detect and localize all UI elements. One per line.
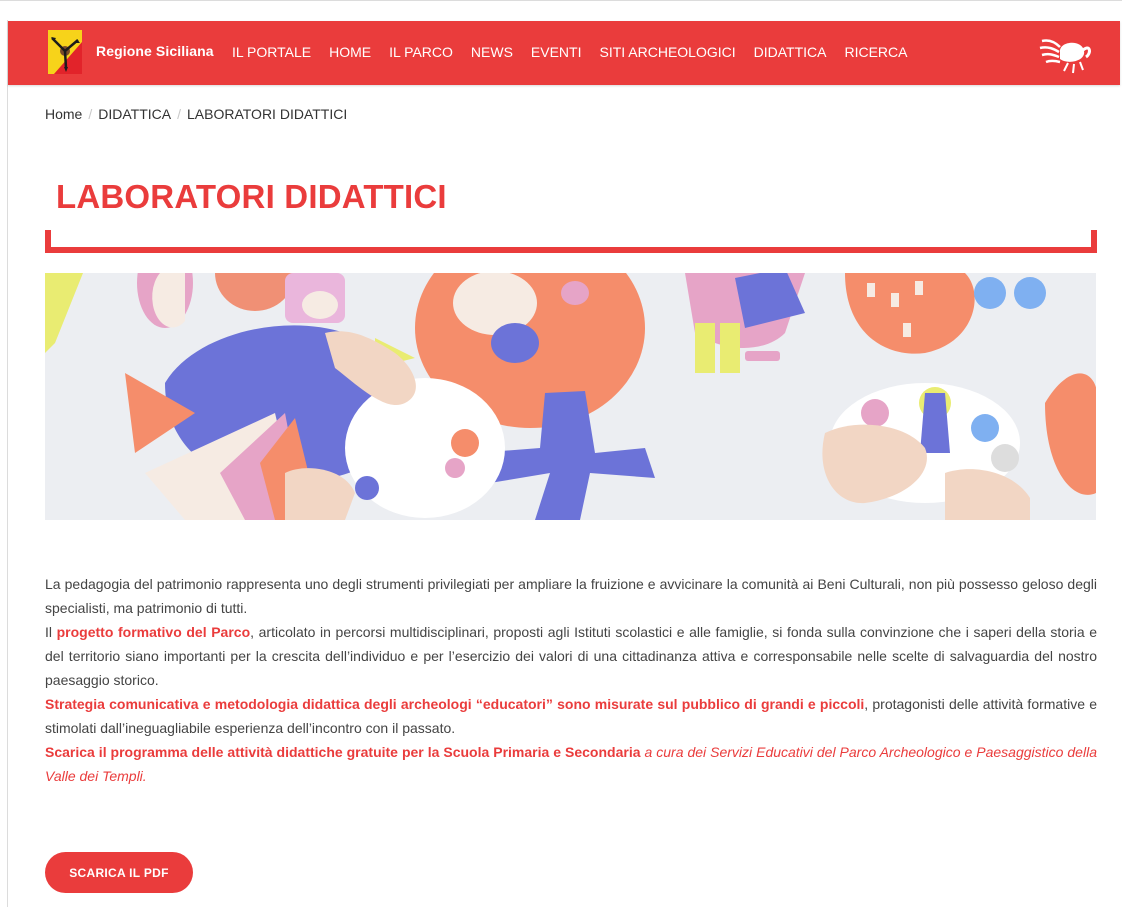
breadcrumb-separator: / bbox=[88, 106, 93, 122]
breadcrumb-home[interactable]: Home bbox=[45, 106, 82, 122]
main-nav: IL PORTALE HOME IL PARCO NEWS EVENTI SIT… bbox=[232, 44, 926, 60]
nav-item-il-portale[interactable]: IL PORTALE bbox=[232, 44, 311, 60]
window-left-border bbox=[7, 20, 8, 907]
main-content: La pedagogia del patrimonio rappresenta … bbox=[45, 572, 1097, 788]
strategia-highlight: Strategia comunicativa e metodologia did… bbox=[45, 696, 865, 712]
nav-item-eventi[interactable]: EVENTI bbox=[531, 44, 582, 60]
breadcrumb-didattica[interactable]: DIDATTICA bbox=[98, 106, 171, 122]
trinacria-logo-icon[interactable] bbox=[48, 30, 82, 74]
breadcrumb: Home / DIDATTICA / LABORATORI DIDATTICI bbox=[45, 106, 347, 122]
brand-name[interactable]: Regione Siciliana bbox=[96, 43, 214, 59]
nav-item-siti-archeologici[interactable]: SITI ARCHEOLOGICI bbox=[599, 44, 735, 60]
scarica-programma-link[interactable]: Scarica il programma delle attività dida… bbox=[45, 744, 641, 760]
window-top-border bbox=[0, 0, 1122, 1]
top-navbar: Regione Siciliana IL PORTALE HOME IL PAR… bbox=[8, 21, 1120, 85]
paragraph-scarica: Scarica il programma delle attività dida… bbox=[45, 740, 1097, 788]
breadcrumb-separator: / bbox=[177, 106, 181, 122]
paragraph-strategia: Strategia comunicativa e metodologia did… bbox=[45, 692, 1097, 740]
nav-item-il-parco[interactable]: IL PARCO bbox=[389, 44, 453, 60]
progetto-formativo-link[interactable]: progetto formativo del Parco bbox=[57, 624, 251, 640]
paragraph-progetto: Il progetto formativo del Parco, articol… bbox=[45, 620, 1097, 692]
page-title: LABORATORI DIDATTICI bbox=[56, 178, 447, 215]
download-pdf-button[interactable]: SCARICA IL PDF bbox=[45, 852, 193, 893]
craft-paper-illustration bbox=[45, 273, 1096, 520]
title-underline-decoration bbox=[45, 230, 1097, 253]
nav-item-news[interactable]: NEWS bbox=[471, 44, 513, 60]
nav-item-ricerca[interactable]: RICERCA bbox=[844, 44, 907, 60]
nav-item-didattica[interactable]: DIDATTICA bbox=[754, 44, 827, 60]
paragraph-intro: La pedagogia del patrimonio rappresenta … bbox=[45, 576, 1097, 616]
hero-image bbox=[45, 273, 1096, 520]
paragraph-progetto-start: Il bbox=[45, 624, 57, 640]
breadcrumb-current: LABORATORI DIDATTICI bbox=[187, 106, 348, 122]
nav-item-home[interactable]: HOME bbox=[329, 44, 371, 60]
crab-logo-icon[interactable] bbox=[1038, 31, 1092, 75]
